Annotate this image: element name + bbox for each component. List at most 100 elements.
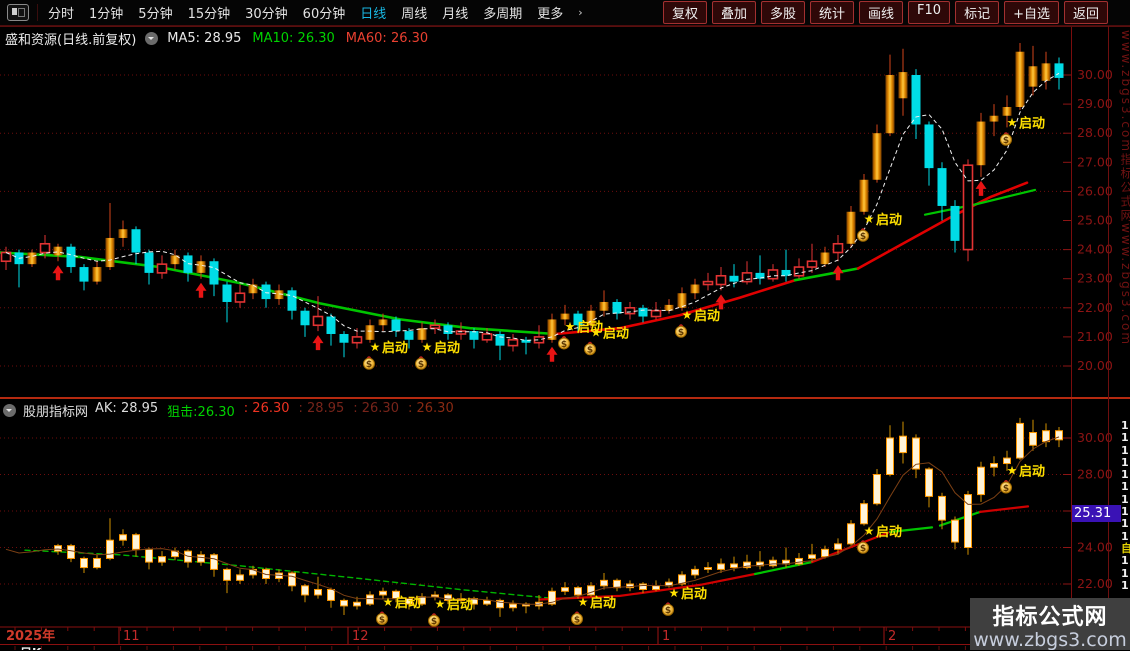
layout-toggle-icon[interactable]: [7, 4, 29, 21]
qidong-signal: ★ 启动 $: [1000, 464, 1045, 494]
ma-value: MA5: 28.95: [167, 31, 242, 46]
sidebar-digit: 1: [1121, 554, 1129, 568]
svg-text:$: $: [1003, 136, 1009, 146]
up-arrow-icon: [832, 265, 844, 281]
svg-text:★: ★: [383, 595, 394, 609]
watermark: 指标公式网 www.zbgs3.com: [970, 598, 1130, 651]
svg-text:★: ★: [1007, 116, 1018, 130]
grid-layer: 20.0021.0022.0023.0024.0025.0026.0027.00…: [0, 26, 1130, 645]
svg-text:$: $: [665, 606, 671, 616]
svg-text:$: $: [1003, 484, 1009, 494]
clipped-bottom-text: 日K: [20, 644, 140, 650]
svg-text:启动: 启动: [681, 586, 707, 602]
period-tab-15分钟[interactable]: 15分钟: [188, 3, 231, 22]
indicator-value: : 26.30: [353, 401, 399, 416]
action-button-标记[interactable]: 标记: [955, 1, 1000, 24]
period-tab-5分钟[interactable]: 5分钟: [138, 3, 172, 22]
up-arrow-icon: [52, 265, 64, 281]
action-button-复权[interactable]: 复权: [662, 1, 707, 24]
action-button-统计[interactable]: 统计: [810, 1, 855, 24]
svg-text:★: ★: [682, 308, 693, 322]
svg-text:启动: 启动: [876, 524, 902, 540]
svg-text:12: 12: [352, 629, 369, 644]
svg-text:启动: 启动: [434, 340, 460, 356]
svg-text:★: ★: [422, 340, 433, 354]
stock-title: 盛和资源(日线.前复权): [5, 33, 137, 48]
svg-text:$: $: [587, 346, 593, 356]
sidebar-digit: 1: [1121, 480, 1129, 494]
svg-text:启动: 启动: [382, 340, 408, 356]
period-tab-日线[interactable]: 日线: [360, 3, 386, 22]
period-tab-分时[interactable]: 分时: [48, 3, 74, 22]
action-button-返回[interactable]: 返回: [1063, 1, 1108, 24]
svg-text:★: ★: [669, 586, 680, 600]
chevron-down-icon[interactable]: [145, 32, 159, 45]
svg-text:$: $: [678, 328, 684, 338]
up-arrow-icon: [975, 180, 987, 196]
clipped-right-panel: www.zbgs3.com指标公式网www.zbgs3.com 11111111…: [1108, 0, 1130, 650]
ma-value: MA10: 26.30: [252, 31, 335, 46]
svg-text:启动: 启动: [447, 597, 473, 613]
period-tab-更多[interactable]: 更多: [537, 3, 563, 22]
bottom-candles: [54, 417, 1063, 617]
qidong-signal: ★ 启动 $: [363, 340, 408, 370]
qidong-signal: ★ 启动 $: [1000, 116, 1045, 146]
svg-text:$: $: [366, 360, 372, 370]
svg-text:★: ★: [864, 524, 875, 538]
ma5-dashed-line: [5, 72, 1060, 341]
qidong-signal: ★ 启动 $: [857, 212, 902, 242]
period-tab-周线[interactable]: 周线: [401, 3, 427, 22]
up-arrow-icon: [546, 346, 558, 362]
action-button-多股[interactable]: 多股: [760, 1, 805, 24]
svg-text:启动: 启动: [603, 325, 629, 341]
price-tag: 25.31: [1072, 505, 1121, 522]
sidebar-digit: 1: [1121, 431, 1129, 445]
up-arrow-icon: [715, 294, 727, 310]
svg-text:11: 11: [123, 629, 140, 644]
ma-value: MA60: 26.30: [345, 31, 429, 46]
svg-text:2025年: 2025年: [6, 628, 55, 644]
qidong-signal: ★ 启动 $: [857, 524, 902, 554]
svg-text:启动: 启动: [590, 595, 616, 611]
period-tab-60分钟[interactable]: 60分钟: [303, 3, 346, 22]
indicator-value: : 28.95: [298, 401, 345, 416]
chart-canvas: 20.0021.0022.0023.0024.0025.0026.0027.00…: [0, 26, 1130, 650]
sidebar-vertical-text: www.zbgs3.com指标公式网www.zbgs3.com: [1119, 30, 1130, 347]
indicator-title: 股朋指标网: [23, 405, 89, 420]
qidong-signal: ★ 启动 $: [662, 586, 707, 616]
action-button-F10[interactable]: F10: [908, 1, 951, 24]
indicator-value: 狙击:26.30: [167, 405, 235, 420]
main-chart-header: 盛和资源(日线.前复权) MA5: 28.95 MA10: 26.30 MA60: …: [5, 29, 428, 48]
sidebar-digit: 1: [1121, 566, 1129, 580]
svg-text:2: 2: [888, 629, 896, 644]
chevron-right-icon[interactable]: ›: [578, 6, 582, 19]
svg-text:$: $: [418, 360, 424, 370]
action-button-画线[interactable]: 画线: [859, 1, 904, 24]
period-tab-1分钟[interactable]: 1分钟: [89, 3, 123, 22]
period-tab-多周期[interactable]: 多周期: [483, 3, 522, 22]
chevron-down-icon[interactable]: [3, 404, 16, 417]
watermark-url: www.zbgs3.com: [973, 629, 1127, 651]
svg-text:★: ★: [591, 325, 602, 339]
svg-text:启动: 启动: [694, 308, 720, 324]
toolbar-separator: [37, 4, 38, 21]
indicator-value: : 26.30: [407, 401, 454, 416]
svg-text:$: $: [379, 615, 385, 625]
action-button-+自选[interactable]: +自选: [1004, 1, 1059, 24]
qidong-signal: ★ 启动 $: [415, 340, 460, 370]
period-tab-月线[interactable]: 月线: [442, 3, 468, 22]
indicator-values: AK: 28.95 狙击:26.30: 26.30: 28.95: 26.30: …: [95, 401, 454, 420]
svg-text:启动: 启动: [395, 595, 421, 611]
period-tab-30分钟[interactable]: 30分钟: [245, 3, 288, 22]
svg-text:★: ★: [1007, 464, 1018, 478]
ma-values: MA5: 28.95 MA10: 26.30 MA60: 26.30: [167, 31, 428, 46]
period-toolbar: 分时 1分钟 5分钟 15分钟 30分钟 60分钟 日线 周线 月线 多周期 更多 › 复权 叠加 多股…: [0, 0, 1130, 26]
time-axis: 2025年 11 12 1 2: [6, 627, 1046, 650]
action-button-叠加[interactable]: 叠加: [711, 1, 756, 24]
sidebar-digit-column: 1111111111自111: [1121, 419, 1130, 592]
qidong-signal: ★ 启动 $: [584, 325, 629, 356]
qidong-signal: ★ 启动 $: [571, 595, 616, 625]
svg-text:启动: 启动: [876, 212, 902, 228]
svg-text:启动: 启动: [1019, 116, 1045, 132]
indicator-value: : 26.30: [243, 401, 290, 416]
